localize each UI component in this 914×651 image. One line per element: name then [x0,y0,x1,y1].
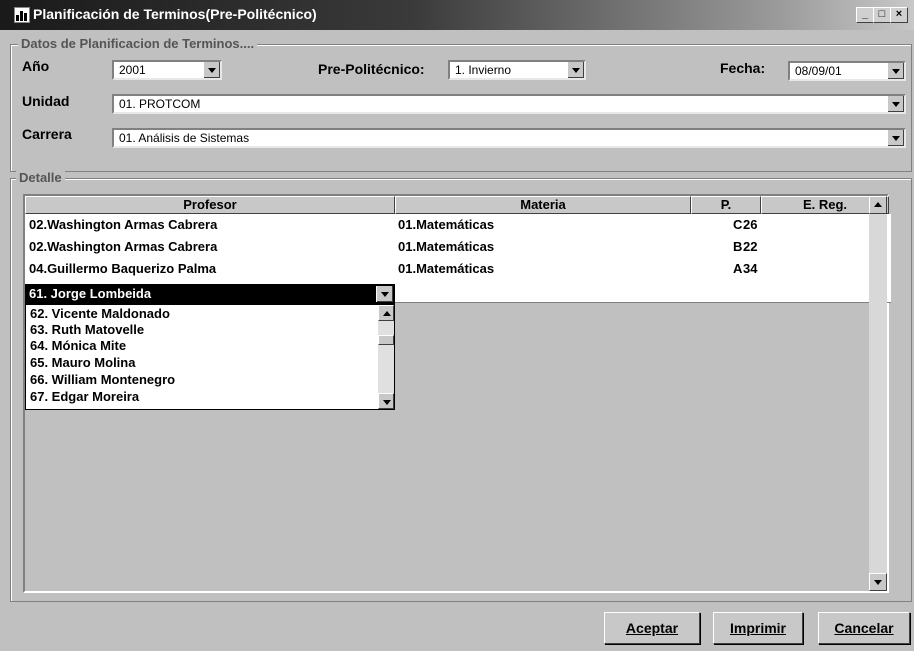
ereg-cell[interactable]: 22 [743,239,757,254]
fecha-value: 08/09/01 [795,64,842,78]
fecha-combobox[interactable]: 08/09/01 [788,61,906,81]
p-cell[interactable]: B [733,239,742,254]
prepoli-label: Pre-Politécnico: [318,61,425,77]
detalle-legend: Detalle [16,170,65,185]
chevron-down-icon[interactable] [203,62,220,78]
grid-scrollbar[interactable] [869,196,887,591]
profesor-edit-value[interactable]: 61. Jorge Lombeida [29,286,151,301]
materia-cell[interactable]: 01.Matemáticas [398,239,494,254]
column-header-p[interactable]: P. [691,196,761,214]
profesor-cell[interactable]: 02.Washington Armas Cabrera [29,217,217,232]
scroll-thumb[interactable] [378,335,394,345]
profesor-cell[interactable]: 02.Washington Armas Cabrera [29,239,217,254]
list-item[interactable]: 63. Ruth Matovelle [30,323,144,337]
anio-combobox[interactable]: 2001 [112,60,222,80]
list-item[interactable]: 62. Vicente Maldonado [30,307,170,321]
prepoli-value: 1. Invierno [455,63,512,77]
aceptar-button[interactable]: Aceptar [604,612,700,644]
fecha-label: Fecha: [720,60,766,76]
chevron-down-icon[interactable] [887,63,904,79]
materia-cell[interactable]: 01.Matemáticas [398,217,494,232]
anio-value: 2001 [119,63,146,77]
dropdown-scrollbar[interactable] [378,305,394,409]
p-cell[interactable]: C [733,217,742,232]
scroll-up-icon[interactable] [869,196,887,214]
p-cell[interactable]: A [733,261,742,276]
unidad-combobox[interactable]: 01. PROTCOM [112,94,906,114]
ereg-cell[interactable]: 34 [743,261,757,276]
materia-cell[interactable]: 01.Matemáticas [398,261,494,276]
chevron-down-icon[interactable] [887,130,904,146]
unidad-label: Unidad [22,93,70,109]
carrera-label: Carrera [22,126,72,142]
detalle-grid[interactable]: Profesor Materia P. E. Reg. 02.Washingto… [23,194,891,593]
unidad-value: 01. PROTCOM [119,97,201,111]
window-title: Planificación de Terminos(Pre-Politécnic… [33,6,317,22]
column-header-profesor[interactable]: Profesor [25,196,395,214]
close-button[interactable]: × [890,7,908,23]
list-item[interactable]: 64. Mónica Mite [30,339,126,353]
column-header-materia[interactable]: Materia [395,196,691,214]
cancelar-button[interactable]: Cancelar [818,612,910,644]
chevron-down-icon[interactable] [567,62,584,78]
prepoli-combobox[interactable]: 1. Invierno [448,60,586,80]
chevron-down-icon[interactable] [887,96,904,112]
list-item[interactable]: 65. Mauro Molina [30,356,135,370]
profesor-cell[interactable]: 04.Guillermo Baquerizo Palma [29,261,216,276]
ereg-cell[interactable]: 26 [743,217,757,232]
imprimir-button[interactable]: Imprimir [713,612,803,644]
chevron-down-icon[interactable] [376,286,393,302]
carrera-value: 01. Análisis de Sistemas [119,131,250,145]
minimize-button[interactable]: _ [856,7,874,23]
list-item[interactable]: 66. William Montenegro [30,373,175,387]
scroll-down-icon[interactable] [378,393,394,409]
profesor-dropdown-list[interactable]: 62. Vicente Maldonado 63. Ruth Matovelle… [25,304,395,410]
app-icon [14,7,30,23]
scroll-up-icon[interactable] [378,305,394,321]
maximize-button[interactable]: □ [873,7,891,23]
carrera-combobox[interactable]: 01. Análisis de Sistemas [112,128,906,148]
scroll-down-icon[interactable] [869,573,887,591]
title-bar: Planificación de Terminos(Pre-Politécnic… [0,0,914,30]
list-item[interactable]: 67. Edgar Moreira [30,390,139,404]
datos-legend: Datos de Planificacion de Terminos.... [18,36,258,51]
anio-label: Año [22,58,50,74]
profesor-edit-combobox[interactable]: 61. Jorge Lombeida [25,284,395,304]
